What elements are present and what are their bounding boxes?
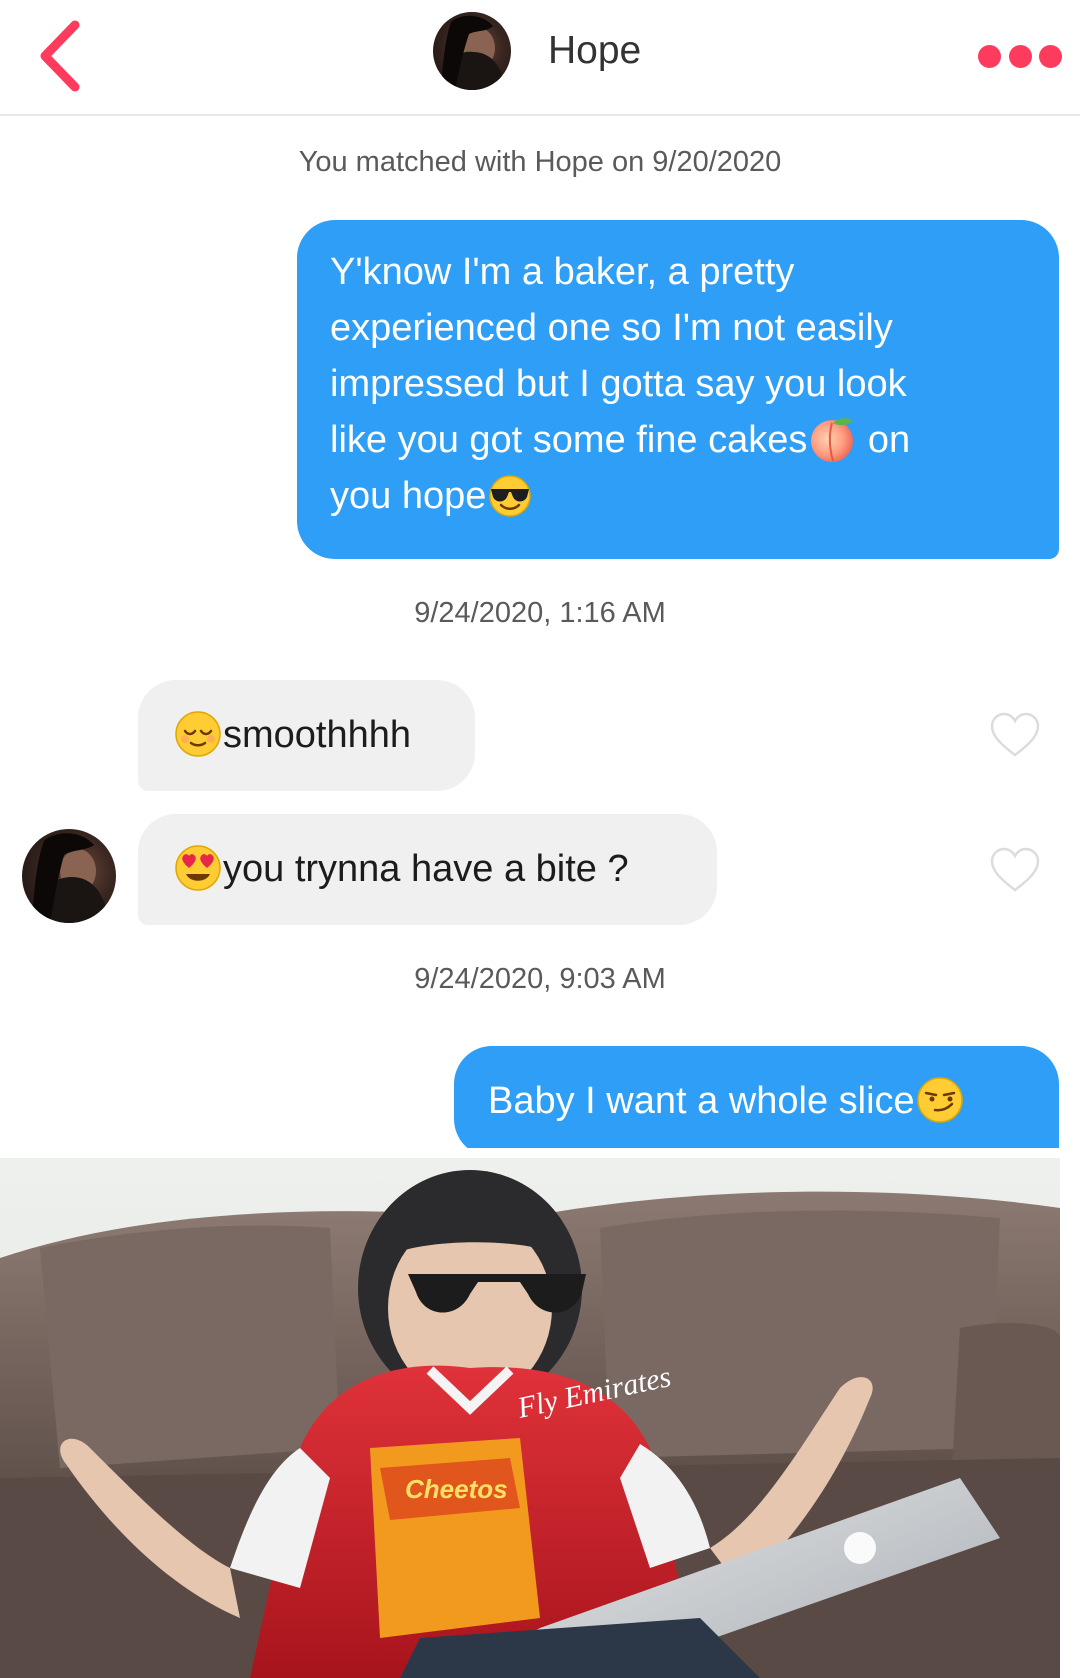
peach-emoji bbox=[811, 418, 854, 462]
more-options-button[interactable] bbox=[978, 40, 1062, 72]
like-message-button[interactable] bbox=[989, 711, 1041, 759]
meme-photo: Cheetos Fly Emirates bbox=[0, 1148, 1080, 1678]
more-dot bbox=[1039, 44, 1062, 68]
message-text: you hope bbox=[330, 475, 487, 517]
received-message-bubble[interactable]: smoothhhh bbox=[138, 680, 475, 791]
message-timestamp: 9/24/2020, 1:16 AM bbox=[414, 597, 666, 629]
message-line: impressed but I gotta say you look bbox=[330, 363, 907, 405]
message-line: you hope bbox=[330, 468, 1027, 524]
snack-text: Cheetos bbox=[405, 1474, 508, 1504]
message-text: on bbox=[857, 419, 911, 461]
sunglasses-emoji bbox=[489, 475, 532, 517]
contact-message-avatar[interactable] bbox=[22, 829, 116, 923]
back-button[interactable] bbox=[30, 18, 90, 94]
received-message-bubble[interactable]: you trynna have a bite ? bbox=[138, 814, 717, 925]
message-text: smoothhhh bbox=[223, 714, 412, 756]
contact-name[interactable]: Hope bbox=[548, 24, 641, 78]
chat-screen: Hope You matched with Hope on 9/20/2020 … bbox=[0, 0, 1080, 1678]
heart-outline-icon bbox=[990, 847, 1040, 892]
heart-outline-icon bbox=[990, 712, 1040, 757]
message-text: you trynna have a bite ? bbox=[223, 848, 629, 890]
relieved-face-emoji bbox=[175, 711, 221, 757]
message-line: experienced one so I'm not easily bbox=[330, 307, 893, 349]
chat-header: Hope bbox=[0, 0, 1080, 116]
message-line: Y'know I'm a baker, a pretty bbox=[330, 251, 795, 293]
message-timestamp: 9/24/2020, 9:03 AM bbox=[414, 963, 666, 995]
chevron-left-icon bbox=[40, 20, 80, 92]
more-dot bbox=[1008, 44, 1032, 68]
more-dots-icon bbox=[978, 44, 1001, 68]
smirk-emoji bbox=[916, 1077, 963, 1123]
message-text: Baby I want a whole slice bbox=[488, 1080, 915, 1122]
message-text: like you got some fine cakes bbox=[330, 419, 808, 461]
sent-message-bubble[interactable]: Baby I want a whole slice bbox=[454, 1046, 1059, 1157]
meme-image: Cheetos Fly Emirates bbox=[0, 1148, 1080, 1678]
heart-eyes-emoji bbox=[175, 845, 221, 891]
sent-message-bubble[interactable]: Y'know I'm a baker, a pretty experienced… bbox=[297, 220, 1059, 559]
match-notice: You matched with Hope on 9/20/2020 bbox=[298, 146, 782, 178]
message-line: like you got some fine cakes on bbox=[330, 412, 1027, 468]
like-message-button[interactable] bbox=[989, 846, 1041, 894]
contact-avatar[interactable] bbox=[433, 12, 511, 90]
